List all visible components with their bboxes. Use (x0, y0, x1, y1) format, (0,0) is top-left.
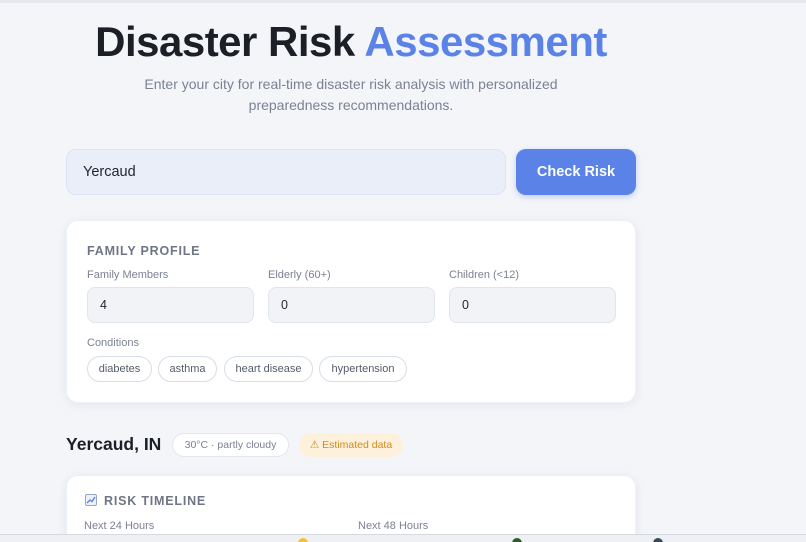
page-subtitle: Enter your city for real-time disaster r… (144, 76, 558, 113)
title-accent: Assessment (364, 18, 607, 65)
risk-timeline-card: RISK TIMELINE Next 24 Hours Next 48 Hour… (66, 475, 636, 542)
risk-timeline-title: RISK TIMELINE (104, 494, 207, 508)
condition-chip-diabetes[interactable]: diabetes (87, 356, 152, 382)
estimated-data-badge: ⚠ Estimated data (299, 433, 403, 457)
location-name: Yercaud, IN (66, 434, 162, 454)
horizon-48h-label: Next 48 Hours (358, 520, 429, 532)
taskbar (0, 534, 806, 542)
family-members-label: Family Members (87, 269, 169, 281)
taskbar-app-icon[interactable] (512, 538, 522, 542)
condition-chip-asthma[interactable]: asthma (158, 356, 217, 382)
taskbar-app-icon[interactable] (298, 538, 308, 542)
family-members-input[interactable] (87, 287, 254, 323)
family-profile-heading: FAMILY PROFILE (87, 244, 201, 258)
risk-timeline-heading: RISK TIMELINE (85, 494, 206, 508)
children-input[interactable] (449, 287, 616, 323)
family-profile-card: FAMILY PROFILE Family Members Elderly (6… (66, 220, 636, 403)
check-risk-button[interactable]: Check Risk (516, 149, 636, 195)
chart-increasing-icon (85, 494, 97, 506)
top-border (0, 0, 806, 3)
page-title: Disaster Risk Assessment (0, 18, 702, 66)
condition-chip-hypertension[interactable]: hypertension (319, 356, 407, 382)
conditions-label: Conditions (87, 337, 139, 349)
horizon-24h-label: Next 24 Hours (84, 520, 155, 532)
weather-badge: 30°C · partly cloudy (172, 433, 289, 457)
title-main: Disaster Risk (95, 18, 355, 65)
children-label: Children (<12) (449, 269, 520, 281)
city-search-input[interactable] (66, 149, 506, 195)
elderly-label: Elderly (60+) (268, 269, 331, 281)
elderly-input[interactable] (268, 287, 435, 323)
taskbar-app-icon[interactable] (653, 538, 663, 542)
condition-chip-heart-disease[interactable]: heart disease (224, 356, 313, 382)
